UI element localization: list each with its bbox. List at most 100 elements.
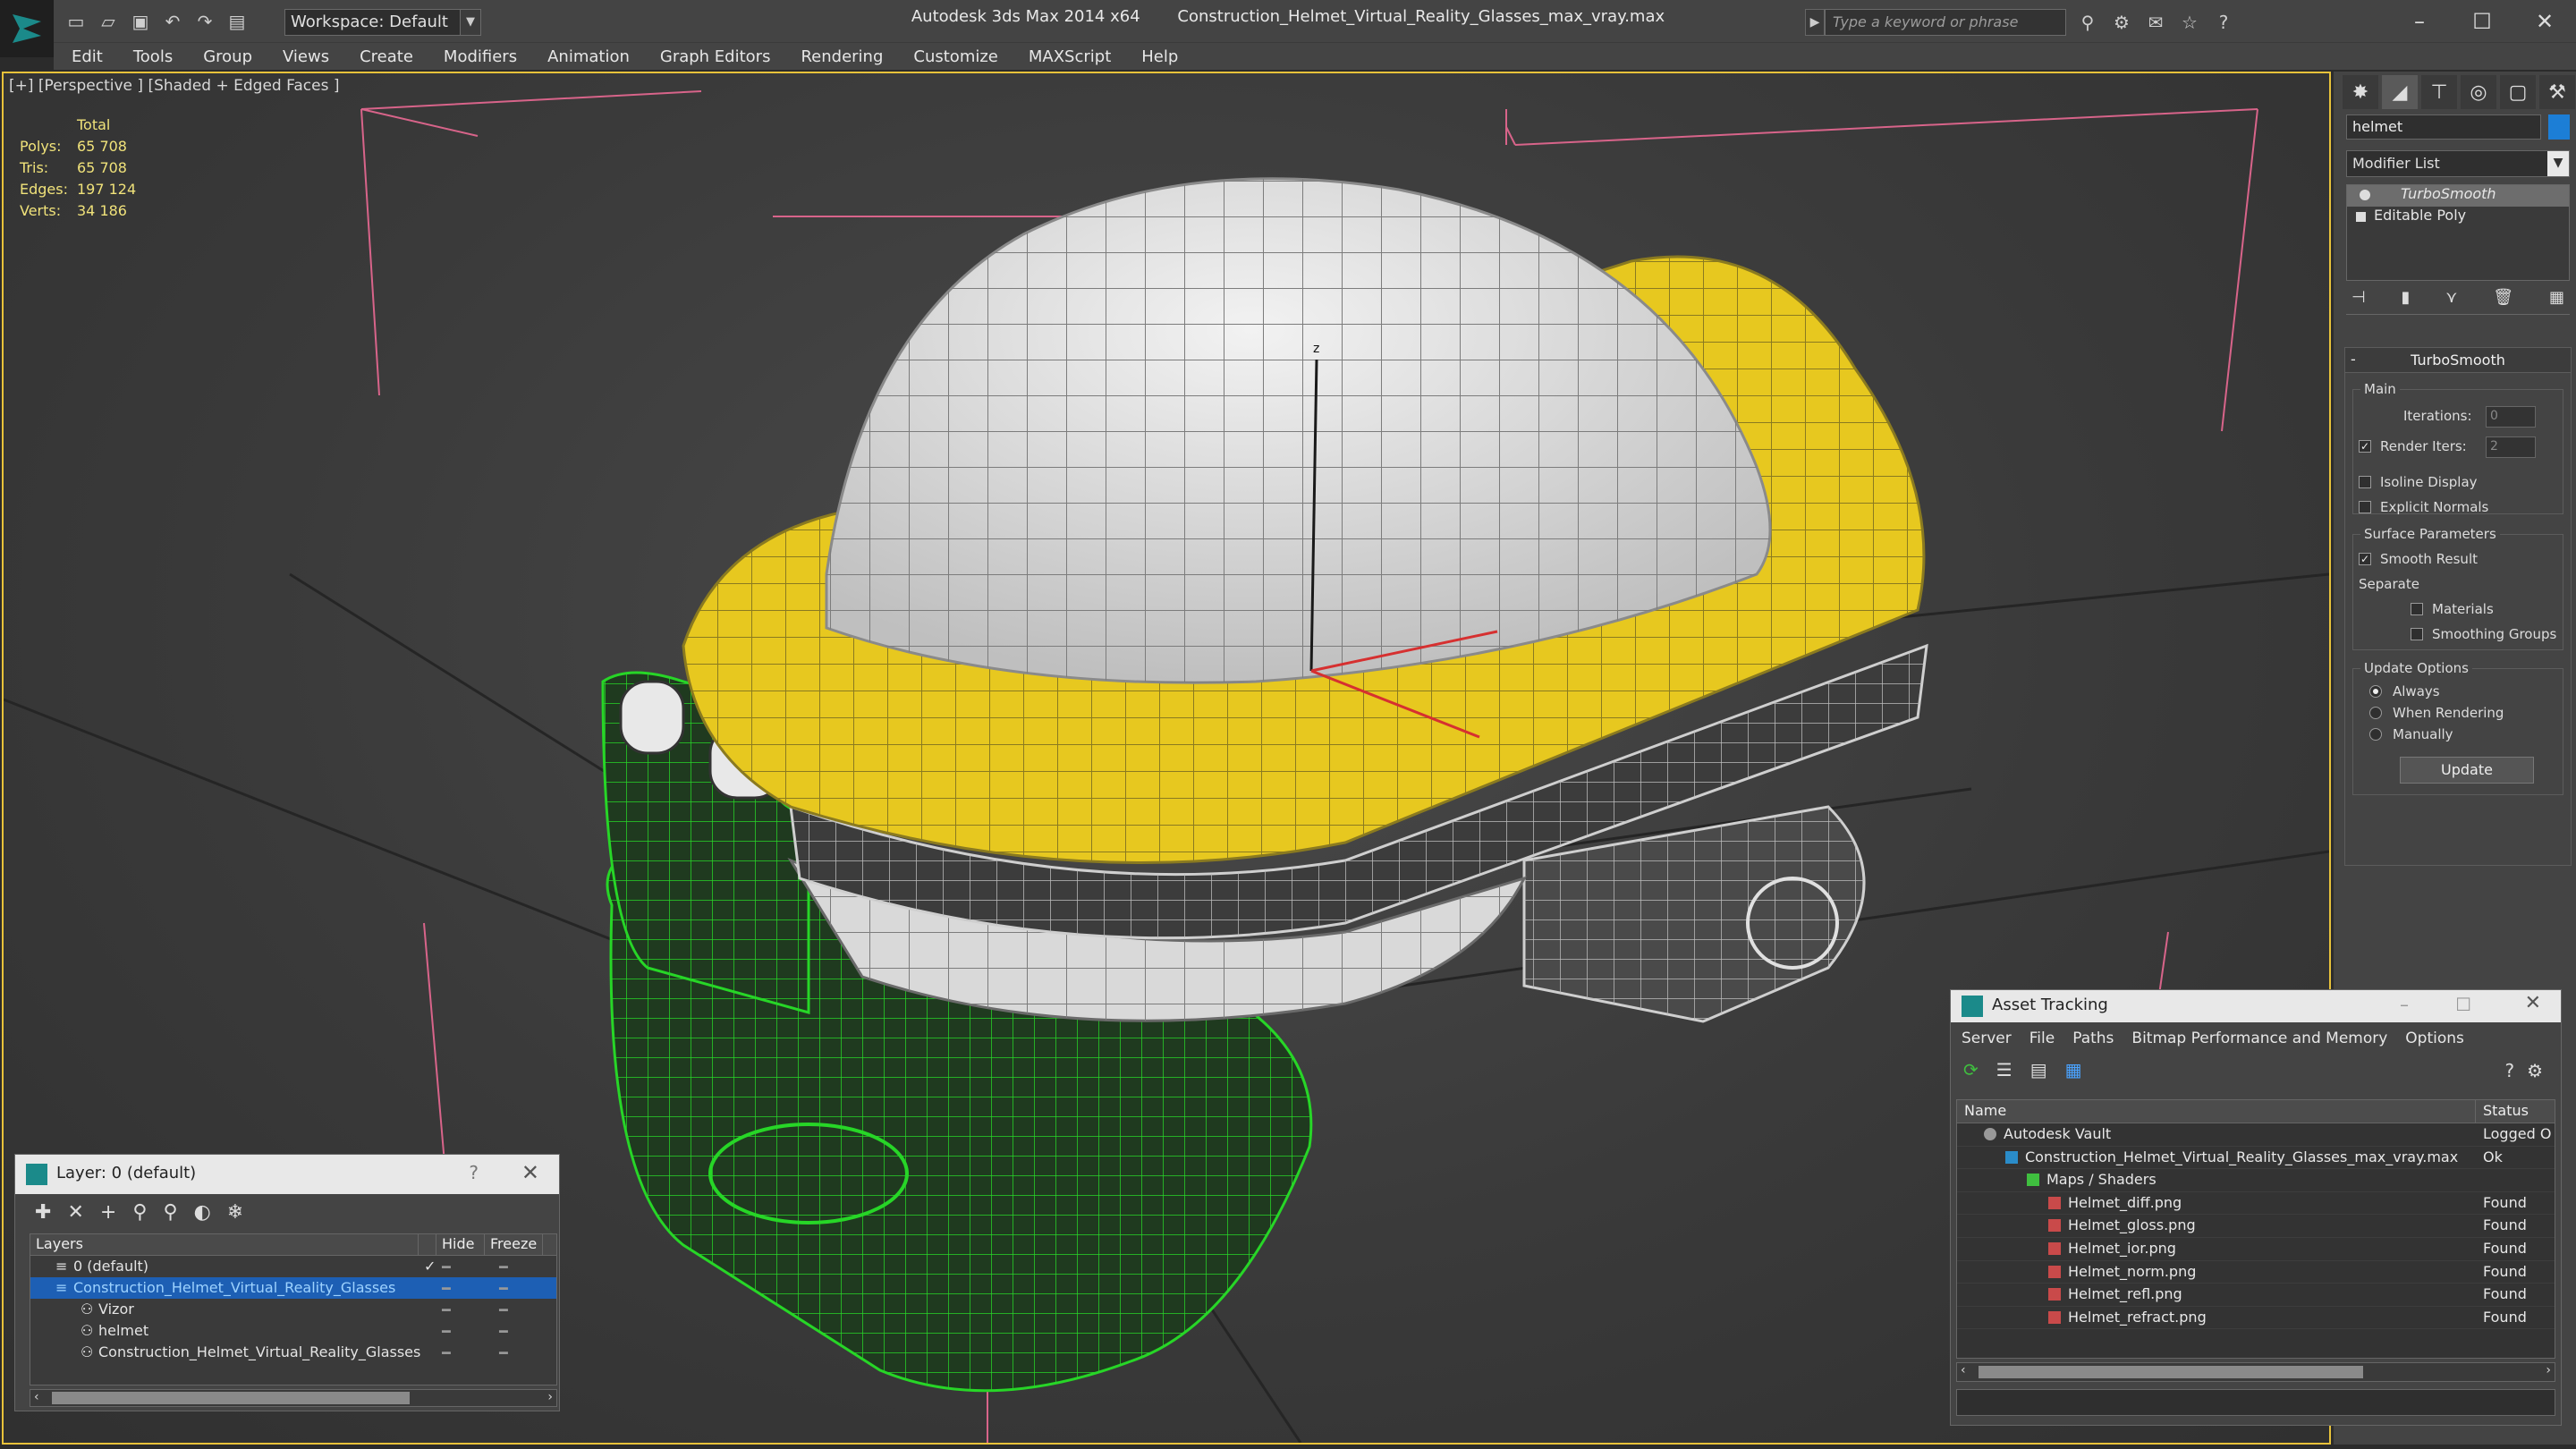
asset-menu-paths[interactable]: Paths — [2072, 1030, 2114, 1047]
menu-views[interactable]: Views — [283, 47, 329, 66]
open-file-icon[interactable]: ▱ — [95, 8, 122, 35]
create-tab-icon[interactable]: ✸ — [2343, 75, 2378, 109]
scroll-left-icon[interactable]: ‹ — [1961, 1363, 1966, 1377]
configure-sets-icon[interactable]: ▦ — [2549, 288, 2564, 314]
asset-menu-options[interactable]: Options — [2405, 1030, 2464, 1047]
modifier-list-dropdown[interactable]: Modifier List ▼ — [2346, 150, 2570, 177]
workspace-dropdown[interactable]: Workspace: Default — [284, 9, 481, 36]
when-rendering-radio[interactable] — [2369, 707, 2382, 719]
asset-row[interactable]: Autodesk Vault Logged O — [1957, 1123, 2555, 1147]
asset-row[interactable]: Construction_Helmet_Virtual_Reality_Glas… — [1957, 1147, 2555, 1170]
show-end-result-icon[interactable]: ▮ — [2402, 288, 2411, 314]
display-tab-icon[interactable]: ▢ — [2500, 75, 2536, 109]
menu-customize[interactable]: Customize — [913, 47, 997, 66]
search-input[interactable]: Type a keyword or phrase — [1825, 9, 2066, 36]
expand-icon[interactable] — [2356, 212, 2366, 222]
scrollbar-thumb[interactable] — [52, 1392, 410, 1404]
col-freeze[interactable]: Freeze — [485, 1234, 544, 1255]
delete-layer-icon[interactable]: ✕ — [67, 1201, 83, 1224]
manually-radio[interactable] — [2369, 728, 2382, 741]
rollout-header[interactable]: - TurboSmooth — [2345, 348, 2571, 373]
object-color-swatch[interactable] — [2548, 114, 2570, 140]
col-status[interactable]: Status — [2476, 1100, 2536, 1123]
freeze-toggle[interactable]: ━ — [499, 1280, 508, 1297]
settings-icon[interactable]: ⚙ — [2527, 1060, 2543, 1081]
save-icon[interactable]: ▣ — [127, 8, 154, 35]
app-logo-button[interactable] — [0, 0, 54, 57]
refresh-icon[interactable]: ⟳ — [1963, 1059, 1979, 1080]
hide-toggle[interactable]: ━ — [442, 1301, 451, 1318]
asset-row[interactable]: Helmet_refract.png Found — [1957, 1307, 2555, 1330]
menu-rendering[interactable]: Rendering — [801, 47, 883, 66]
undo-icon[interactable]: ↶ — [159, 8, 186, 35]
menu-animation[interactable]: Animation — [547, 47, 630, 66]
menu-group[interactable]: Group — [203, 47, 252, 66]
list-view-icon[interactable]: ☰ — [1996, 1059, 2012, 1080]
render-iters-spinner[interactable]: 2 — [2486, 436, 2536, 458]
menu-modifiers[interactable]: Modifiers — [444, 47, 517, 66]
menu-help[interactable]: Help — [1141, 47, 1178, 66]
smoothing-groups-checkbox[interactable] — [2411, 628, 2423, 640]
layer-row[interactable]: ≡ Construction_Helmet_Virtual_Reality_Gl… — [30, 1277, 556, 1299]
hide-all-icon[interactable]: ◐ — [194, 1201, 211, 1224]
close-icon[interactable]: ✕ — [521, 1160, 539, 1185]
close-icon[interactable]: ✕ — [2525, 992, 2541, 1014]
iterations-spinner[interactable]: 0 — [2486, 406, 2536, 428]
render-iters-checkbox[interactable]: ✓ — [2359, 440, 2371, 453]
help-icon[interactable]: ? — [2209, 9, 2238, 36]
close-icon[interactable]: ✕ — [2513, 4, 2576, 39]
layer-row[interactable]: ⚇ Construction_Helmet_Virtual_Reality_Gl… — [30, 1342, 556, 1363]
minimize-icon[interactable]: – — [2388, 4, 2451, 39]
remove-modifier-icon[interactable]: 🗑 — [2493, 288, 2513, 314]
layer-row[interactable]: ⚇ helmet ━ ━ — [30, 1320, 556, 1342]
maximize-icon[interactable]: ☐ — [2451, 4, 2513, 39]
scroll-right-icon[interactable]: › — [2546, 1363, 2551, 1377]
freeze-toggle[interactable]: ━ — [499, 1301, 508, 1318]
always-radio[interactable] — [2369, 685, 2382, 698]
asset-menu-server[interactable]: Server — [1962, 1030, 2012, 1047]
help-icon[interactable]: ? — [2504, 1060, 2514, 1081]
stack-item-turbosmooth[interactable]: TurboSmooth — [2347, 185, 2569, 207]
asset-row[interactable]: Helmet_diff.png Found — [1957, 1192, 2555, 1216]
redo-icon[interactable]: ↷ — [191, 8, 218, 35]
asset-horizontal-scrollbar[interactable]: ‹ › — [1956, 1362, 2555, 1382]
pin-stack-icon[interactable]: ⊣ — [2351, 288, 2366, 314]
layer-row[interactable]: ⚇ Vizor ━ ━ — [30, 1299, 556, 1320]
hide-toggle[interactable]: ━ — [442, 1258, 451, 1275]
asset-row[interactable]: Helmet_gloss.png Found — [1957, 1215, 2555, 1238]
asset-row[interactable]: Helmet_refl.png Found — [1957, 1284, 2555, 1307]
new-layer-icon[interactable]: ✚ — [35, 1201, 51, 1224]
asset-path-field[interactable] — [1956, 1389, 2555, 1416]
menu-create[interactable]: Create — [360, 47, 413, 66]
scroll-left-icon[interactable]: ‹ — [34, 1390, 39, 1404]
hide-toggle[interactable]: ━ — [442, 1344, 451, 1361]
explicit-normals-checkbox[interactable] — [2359, 501, 2371, 513]
menu-tools[interactable]: Tools — [133, 47, 173, 66]
freeze-toggle[interactable]: ━ — [499, 1323, 508, 1340]
col-name[interactable]: Name — [1957, 1100, 2476, 1123]
layer-row[interactable]: ≡ 0 (default) ✓ ━ ━ — [30, 1256, 556, 1277]
search-expand-icon[interactable]: ▶ — [1805, 9, 1825, 36]
menu-maxscript[interactable]: MAXScript — [1029, 47, 1111, 66]
object-name-field[interactable]: helmet — [2346, 114, 2541, 140]
communication-icon[interactable]: ✉ — [2141, 9, 2170, 36]
hierarchy-tab-icon[interactable]: ⊤ — [2421, 75, 2457, 109]
asset-dialog-titlebar[interactable]: Asset Tracking – ☐ ✕ — [1951, 990, 2561, 1022]
table-view-icon[interactable]: ▦ — [2065, 1059, 2082, 1080]
binoculars-icon[interactable]: ⚲ — [2073, 9, 2102, 36]
maximize-icon[interactable]: ☐ — [2455, 994, 2471, 1015]
scroll-right-icon[interactable]: › — [547, 1390, 553, 1404]
asset-row[interactable]: Maps / Shaders — [1957, 1169, 2555, 1192]
chevron-down-icon[interactable]: ▼ — [460, 9, 481, 36]
motion-tab-icon[interactable]: ◎ — [2461, 75, 2496, 109]
lightbulb-icon[interactable] — [2360, 190, 2370, 200]
asset-row[interactable]: Helmet_norm.png Found — [1957, 1261, 2555, 1284]
minimize-icon[interactable]: – — [2400, 994, 2409, 1015]
highlight-layer-icon[interactable]: ⚲ — [163, 1201, 177, 1224]
smooth-result-checkbox[interactable]: ✓ — [2359, 553, 2371, 565]
update-button[interactable]: Update — [2400, 757, 2534, 784]
modify-tab-icon[interactable]: ◢ — [2382, 75, 2418, 109]
subscription-icon[interactable]: ⚙ — [2107, 9, 2136, 36]
new-file-icon[interactable]: ▭ — [63, 8, 89, 35]
select-objects-icon[interactable]: ⚲ — [132, 1201, 147, 1224]
